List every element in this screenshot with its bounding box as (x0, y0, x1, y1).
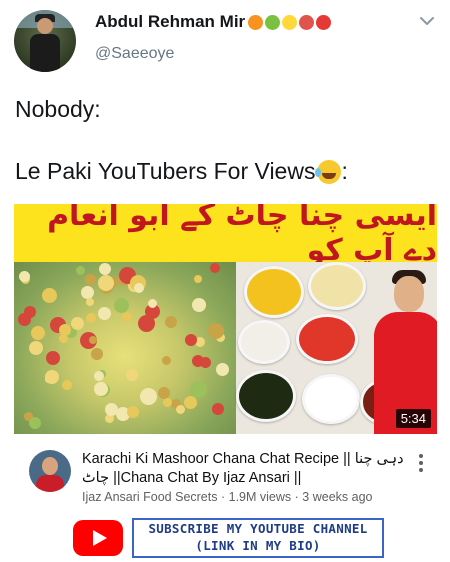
salad-piece (89, 336, 97, 344)
meta-separator: · (220, 490, 226, 504)
salad-image (14, 262, 236, 434)
salad-piece (99, 263, 111, 275)
salad-piece (31, 326, 45, 340)
tweet-text-line-1: Nobody: (15, 96, 101, 122)
salad-piece (176, 405, 185, 414)
chutney-bowl (236, 370, 296, 422)
salad-piece (62, 380, 72, 390)
name-emojis (248, 14, 332, 30)
avatar-coat (30, 34, 60, 72)
salad-piece (208, 323, 224, 339)
video-meta: Karachi Ki Mashoor Chana Chat Recipe || … (0, 440, 450, 510)
salad-piece (210, 263, 220, 273)
salad-piece (148, 299, 157, 308)
salad-piece (105, 403, 118, 416)
salad-piece (114, 298, 129, 313)
salad-piece (81, 286, 94, 299)
salad-piece (194, 275, 202, 283)
orange-emoji-icon (248, 14, 264, 30)
salad-piece (98, 307, 111, 320)
more-options-icon[interactable] (418, 454, 424, 474)
salad-piece (91, 348, 103, 360)
tweet-text-line-2-body: Le Paki YouTubers For Views (15, 158, 316, 184)
thumbnail-banner: ایسی چنا چاٹ کے ابو انعام دے آپ کو (14, 204, 437, 268)
salad-piece (216, 363, 229, 376)
salad-piece (29, 417, 41, 429)
salad-piece (212, 403, 224, 415)
potato-bowl (308, 262, 366, 310)
salad-piece (192, 298, 206, 312)
user-handle[interactable]: @Saeeoye (95, 45, 174, 63)
avatar-head (37, 18, 53, 34)
tweet-header: Abdul Rehman Mir @Saeeoye (0, 0, 450, 80)
lemon-emoji-icon (282, 14, 298, 30)
salad-piece (138, 315, 155, 332)
salad-piece (24, 306, 36, 318)
display-name[interactable]: Abdul Rehman Mir (95, 12, 245, 32)
channel-avatar-face (42, 457, 58, 475)
view-count: 1.9M views (228, 490, 292, 504)
subscribe-promo: SUBSCRIBE MY YOUTUBE CHANNEL (LINK IN MY… (0, 515, 450, 560)
video-thumbnail[interactable]: ایسی چنا چاٹ کے ابو انعام دے آپ کو 5:34 (14, 204, 437, 434)
channel-avatar-shirt (36, 475, 64, 492)
salad-piece (126, 369, 138, 381)
salad-piece (200, 357, 211, 368)
video-duration: 5:34 (395, 409, 431, 428)
salad-piece (163, 398, 172, 407)
salad-piece (71, 317, 84, 330)
tomato-bowl (296, 314, 358, 364)
salad-piece (42, 288, 57, 303)
salad-piece (134, 283, 144, 293)
name-row: Abdul Rehman Mir (95, 12, 332, 32)
salad-piece (94, 371, 104, 381)
salad-piece (122, 312, 132, 322)
youtube-logo-icon (73, 520, 123, 556)
subscribe-line-2: (LINK IN MY BIO) (195, 538, 321, 553)
salad-piece (184, 396, 197, 409)
presenter-face (394, 276, 424, 312)
subscribe-banner: SUBSCRIBE MY YOUTUBE CHANNEL (LINK IN MY… (132, 518, 384, 558)
chevron-down-icon[interactable] (418, 12, 436, 30)
salad-piece (98, 275, 114, 291)
corn-bowl (244, 266, 304, 318)
channel-avatar[interactable] (29, 450, 71, 492)
video-subtitle: Ijaz Ansari Food Secrets · 1.9M views · … (82, 490, 372, 504)
salad-piece (76, 266, 85, 275)
sugar-bowl (302, 374, 360, 424)
user-avatar[interactable] (14, 10, 76, 72)
salad-piece (86, 313, 96, 323)
salad-piece (127, 406, 139, 418)
green-apple-emoji-icon (265, 14, 281, 30)
salad-piece (86, 298, 94, 306)
salad-piece (45, 370, 59, 384)
salad-piece (162, 356, 171, 365)
salad-piece (19, 271, 30, 282)
salad-piece (165, 316, 177, 328)
video-title[interactable]: Karachi Ki Mashoor Chana Chat Recipe || … (82, 450, 407, 488)
tweet-text-line-2-suffix: : (341, 158, 348, 184)
salad-piece (185, 334, 197, 346)
tomato-emoji-icon (316, 14, 332, 30)
salad-piece (85, 274, 96, 285)
video-title-line-1: Karachi Ki Mashoor Chana Chat Recipe || … (82, 451, 404, 467)
meta-separator: · (294, 490, 299, 504)
thumbnail-banner-text: ایسی چنا چاٹ کے ابو انعام دے آپ کو (47, 204, 437, 268)
channel-name[interactable]: Ijaz Ansari Food Secrets (82, 490, 217, 504)
salad-piece (46, 351, 60, 365)
tears-of-joy-icon (315, 159, 342, 184)
subscribe-line-1: SUBSCRIBE MY YOUTUBE CHANNEL (148, 521, 368, 536)
salad-piece (59, 324, 71, 336)
salad-piece (140, 388, 157, 405)
upload-age: 3 weeks ago (302, 490, 373, 504)
mushroom-emoji-icon (299, 14, 315, 30)
salad-piece (94, 382, 108, 396)
video-title-line-2: چاٹ ||Chana Chat By Ijaz Ansari || (82, 470, 302, 486)
onion-bowl (238, 320, 290, 364)
tweet-text-line-2: Le Paki YouTubers For Views : (15, 158, 348, 185)
salad-piece (29, 341, 43, 355)
